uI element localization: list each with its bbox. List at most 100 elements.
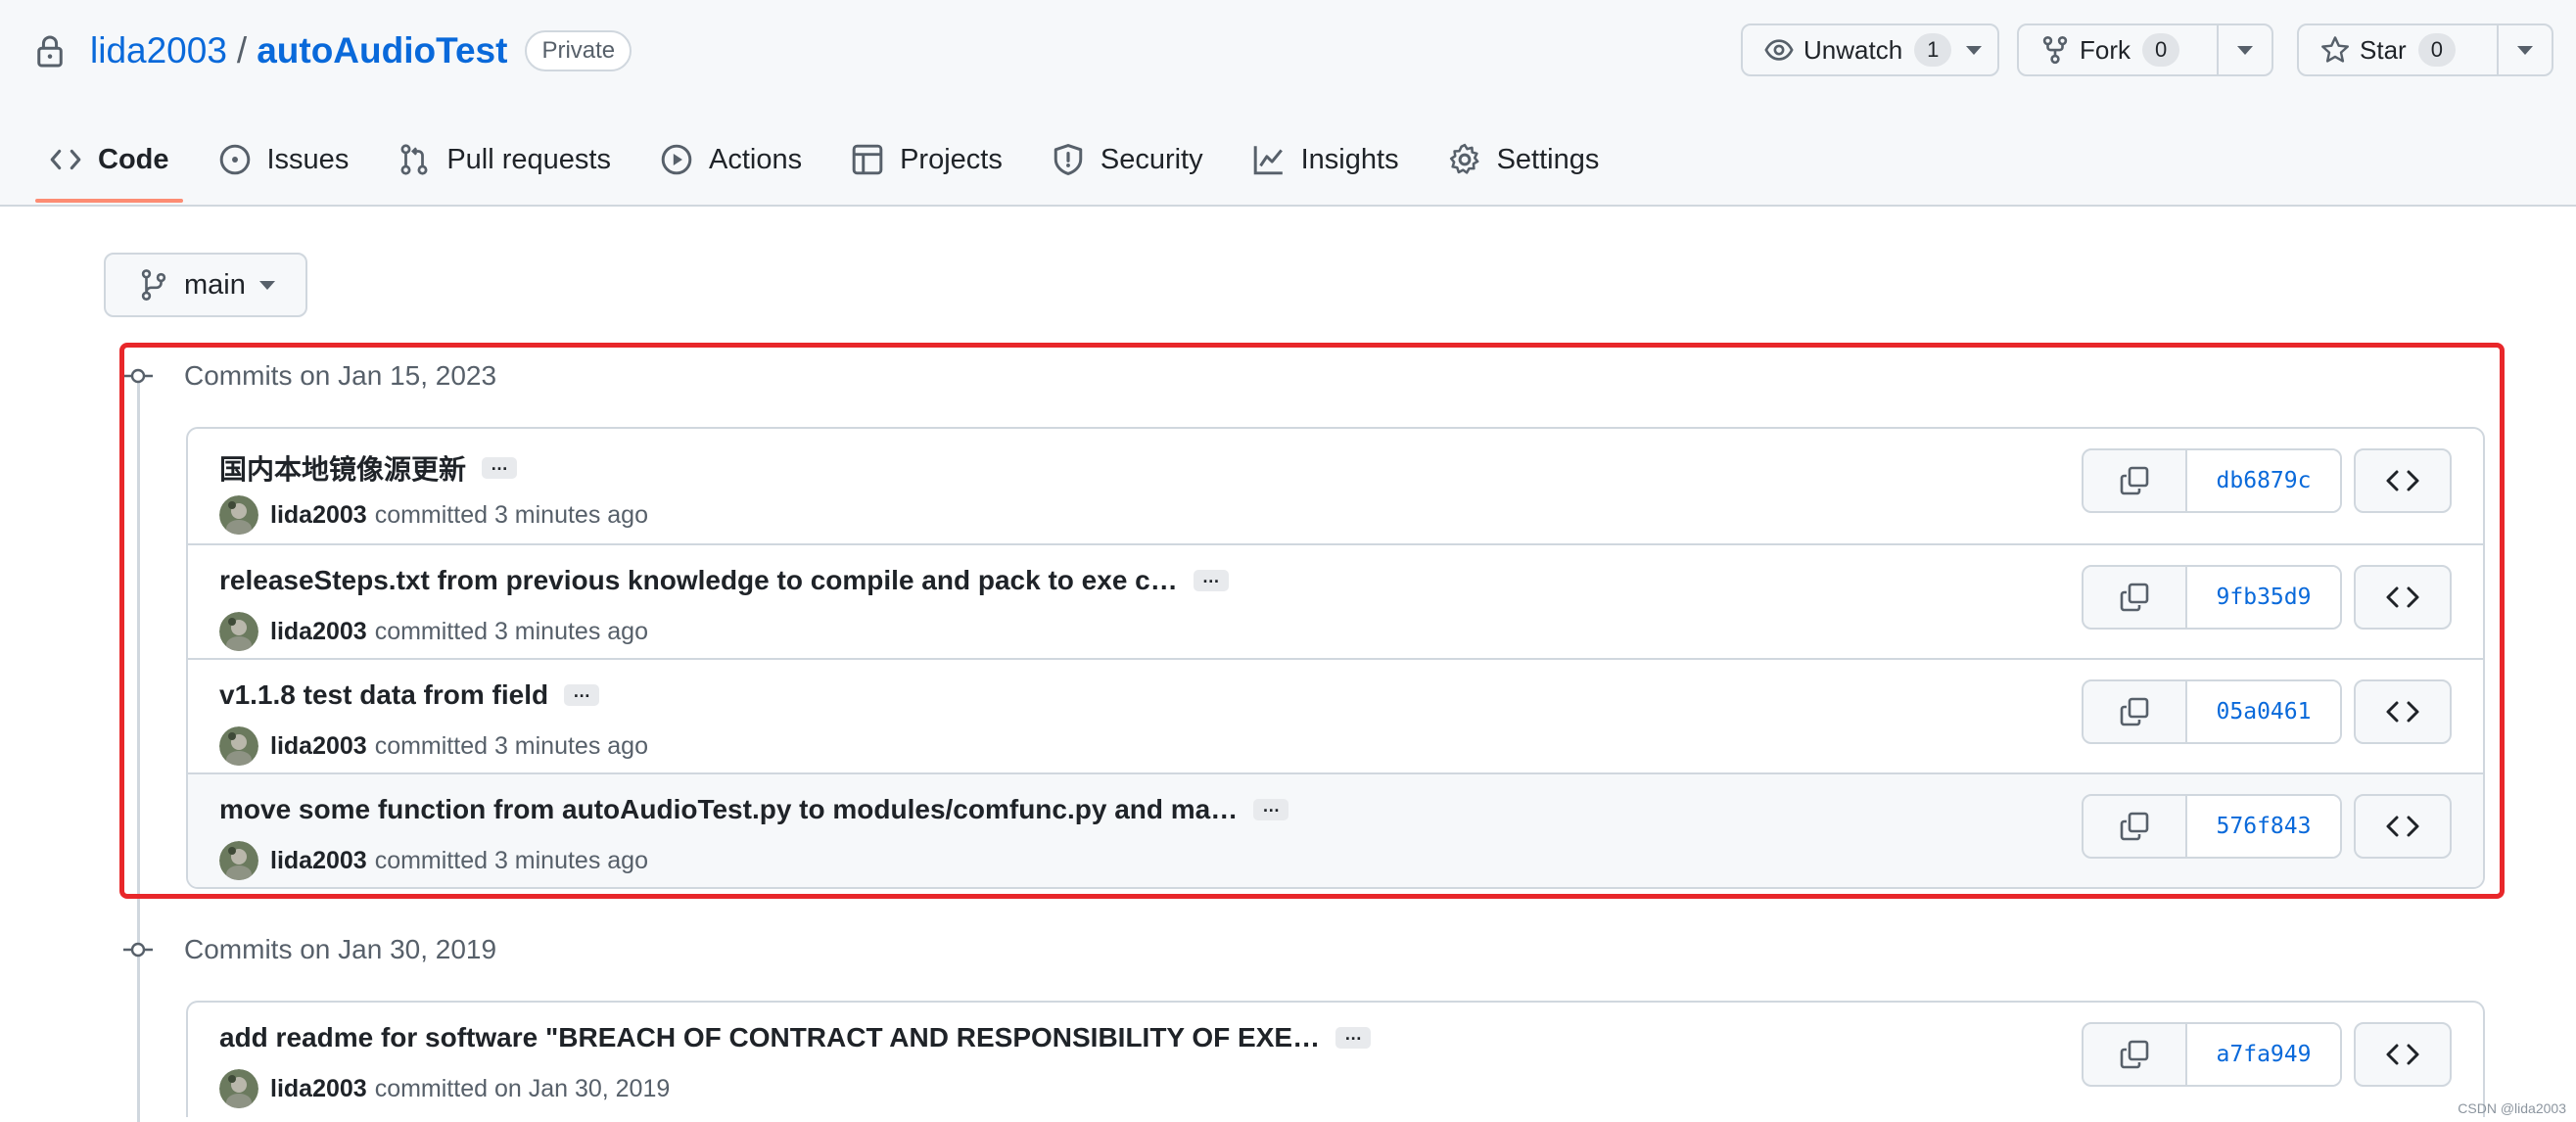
tab-pull-requests-label: Pull requests	[446, 143, 611, 175]
commit-time: committed 3 minutes ago	[374, 731, 648, 760]
copy-sha-button[interactable]	[2084, 1024, 2187, 1085]
commit-message-link[interactable]: v1.1.8 test data from field	[219, 679, 548, 711]
code-icon	[2386, 816, 2419, 837]
repo-name-link[interactable]: autoAudioTest	[257, 30, 507, 71]
star-dropdown[interactable]	[2497, 25, 2552, 74]
star-button[interactable]: Star 0	[2299, 25, 2497, 74]
tab-insights[interactable]: Insights	[1239, 135, 1413, 184]
code-icon	[50, 149, 81, 170]
lock-icon	[37, 35, 63, 68]
avatar[interactable]	[219, 1069, 258, 1108]
browse-repo-at-commit-button[interactable]	[2354, 565, 2452, 630]
code-icon	[2386, 1044, 2419, 1065]
table-icon	[852, 144, 883, 175]
commit-sha-link[interactable]: a7fa949	[2187, 1024, 2340, 1085]
commit-author-link[interactable]: lida2003	[270, 1075, 367, 1103]
tab-code[interactable]: Code	[35, 135, 183, 203]
avatar[interactable]	[219, 726, 258, 766]
tab-projects-label: Projects	[900, 143, 1003, 175]
copy-sha-button[interactable]	[2084, 681, 2187, 742]
commit-author-link[interactable]: lida2003	[270, 732, 367, 761]
commit-list: 国内本地镜像源更新 … lida2003 committed 3 minutes…	[186, 427, 2485, 889]
browse-repo-at-commit-button[interactable]	[2354, 679, 2452, 744]
commit-list: add readme for software "BREACH OF CONTR…	[186, 1001, 2485, 1117]
avatar[interactable]	[219, 495, 258, 535]
unwatch-button[interactable]: Unwatch 1	[1743, 25, 1952, 74]
star-button-group: Star 0	[2297, 23, 2553, 76]
commit-group-heading: Commits on Jan 30, 2019	[123, 934, 496, 965]
tab-actions-label: Actions	[708, 143, 803, 175]
repo-tab-nav: Code Issues Pull requests Actions Projec…	[35, 135, 1634, 207]
commit-sha-link[interactable]: db6879c	[2187, 450, 2340, 511]
copy-icon	[2120, 697, 2149, 726]
fork-label: Fork	[2080, 34, 2131, 65]
commit-author-link[interactable]: lida2003	[270, 618, 367, 646]
fork-button-group: Fork 0	[2017, 23, 2273, 76]
commit-row: move some function from autoAudioTest.py…	[188, 772, 2483, 887]
copy-sha-button[interactable]	[2084, 796, 2187, 857]
chevron-down-icon	[2237, 45, 2254, 55]
commit-sha-group: 05a0461	[2082, 679, 2342, 744]
tab-projects[interactable]: Projects	[837, 135, 1016, 184]
pull-request-icon	[400, 144, 428, 175]
commit-message-link[interactable]: 国内本地镜像源更新	[219, 448, 466, 488]
branch-name: main	[184, 268, 246, 301]
commit-message-link[interactable]: add readme for software "BREACH OF CONTR…	[219, 1022, 1320, 1053]
expand-message-button[interactable]: …	[1193, 568, 1229, 591]
browse-repo-at-commit-button[interactable]	[2354, 448, 2452, 513]
commit-author-link[interactable]: lida2003	[270, 501, 367, 530]
timeline-line	[137, 378, 140, 1122]
commit-group-date: Commits on Jan 30, 2019	[184, 934, 497, 964]
repo-owner-link[interactable]: lida2003	[90, 30, 227, 71]
tab-settings-label: Settings	[1496, 143, 1600, 175]
branch-selector[interactable]: main	[104, 253, 307, 317]
commit-time: committed 3 minutes ago	[374, 617, 648, 645]
fork-dropdown[interactable]	[2217, 25, 2272, 74]
tab-issues[interactable]: Issues	[205, 135, 363, 184]
commit-sha-link[interactable]: 05a0461	[2187, 681, 2340, 742]
commit-row: v1.1.8 test data from field … lida2003 c…	[188, 658, 2483, 772]
expand-message-button[interactable]: …	[1335, 1025, 1372, 1049]
tab-pull-requests[interactable]: Pull requests	[384, 135, 625, 184]
browse-repo-at-commit-button[interactable]	[2354, 1022, 2452, 1087]
commit-message-link[interactable]: releaseSteps.txt from previous knowledge…	[219, 565, 1178, 596]
code-icon	[2386, 586, 2419, 608]
tab-settings[interactable]: Settings	[1434, 135, 1614, 184]
commit-row: add readme for software "BREACH OF CONTR…	[188, 1003, 2483, 1117]
tab-security-label: Security	[1100, 143, 1203, 175]
repo-title: lida2003 / autoAudioTest Private	[35, 25, 632, 76]
browse-repo-at-commit-button[interactable]	[2354, 794, 2452, 859]
commit-sha-group: db6879c	[2082, 448, 2342, 513]
copy-sha-button[interactable]	[2084, 567, 2187, 628]
copy-icon	[2120, 812, 2149, 841]
watch-dropdown[interactable]	[1951, 25, 1996, 74]
tab-actions[interactable]: Actions	[646, 135, 816, 184]
commit-time: committed 3 minutes ago	[374, 846, 648, 874]
commit-sha-link[interactable]: 576f843	[2187, 796, 2340, 857]
avatar[interactable]	[219, 612, 258, 651]
watermark: CSDN @lida2003	[2458, 1100, 2566, 1116]
code-icon	[2386, 701, 2419, 723]
expand-message-button[interactable]: …	[482, 455, 518, 479]
chevron-down-icon	[2517, 45, 2534, 55]
copy-icon	[2120, 583, 2149, 612]
graph-icon	[1253, 146, 1283, 175]
avatar[interactable]	[219, 841, 258, 880]
chevron-down-icon	[1966, 45, 1983, 55]
tab-insights-label: Insights	[1300, 143, 1399, 175]
commit-sha-group: 9fb35d9	[2082, 565, 2342, 630]
expand-message-button[interactable]: …	[564, 682, 600, 706]
commit-author-link[interactable]: lida2003	[270, 847, 367, 875]
commit-sha-group: a7fa949	[2082, 1022, 2342, 1087]
play-icon	[661, 144, 692, 175]
shield-icon	[1054, 144, 1083, 175]
expand-message-button[interactable]: …	[1253, 797, 1289, 820]
copy-sha-button[interactable]	[2084, 450, 2187, 511]
tab-security[interactable]: Security	[1038, 135, 1217, 184]
repo-forked-icon	[2042, 35, 2068, 65]
fork-button[interactable]: Fork 0	[2019, 25, 2217, 74]
commit-sha-link[interactable]: 9fb35d9	[2187, 567, 2340, 628]
watch-button-group: Unwatch 1	[1741, 23, 1999, 76]
commit-message-link[interactable]: move some function from autoAudioTest.py…	[219, 794, 1238, 825]
chevron-down-icon	[258, 280, 275, 290]
